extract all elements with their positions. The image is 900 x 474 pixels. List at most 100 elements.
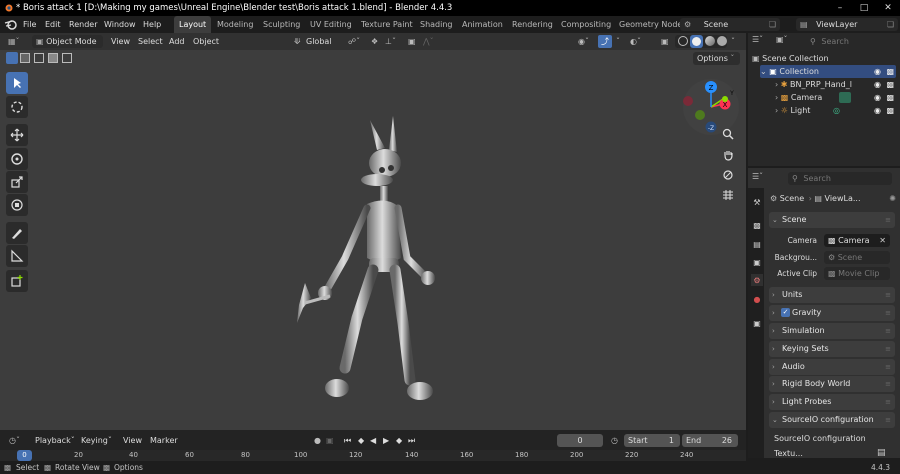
panel-audio[interactable]: › Audio ≡ (769, 359, 895, 375)
clear-icon[interactable]: ✕ (879, 234, 886, 247)
menu-help[interactable]: Help (139, 16, 165, 33)
timeline-menu-view[interactable]: View (120, 432, 145, 449)
background-field[interactable]: ⚙ Scene (824, 251, 890, 264)
scene-selector[interactable]: ⚙ Scene ❏ (680, 18, 780, 31)
add-cube-tool-button[interactable] (6, 270, 28, 292)
expand-chevron-icon[interactable]: › (775, 106, 778, 115)
drag-handle-icon[interactable]: ≡ (885, 212, 891, 228)
wireframe-shading-icon[interactable] (678, 36, 688, 46)
viewlayer-selector[interactable]: ▤ ViewLayer ❏ (796, 18, 898, 31)
drag-handle-icon[interactable]: ≡ (885, 359, 891, 375)
tab-texture-paint[interactable]: Texture Paint (356, 16, 418, 33)
tab-rendering[interactable]: Rendering (507, 16, 558, 33)
jump-start-icon[interactable]: ⏮ (341, 432, 354, 449)
mode-selector[interactable]: ▣ Object Mode (32, 35, 103, 48)
falloff-icon[interactable]: ⋀ˇ (420, 33, 437, 50)
timeline-menu-keying[interactable]: Keyingˇ (78, 432, 115, 449)
menu-file[interactable]: File (19, 16, 40, 33)
view-layer-tab-icon[interactable]: ▣ (751, 256, 763, 268)
camera-data-icon[interactable] (839, 92, 851, 103)
pin-icon[interactable]: ✺ (889, 192, 896, 206)
properties-search[interactable]: ⚲ Search (788, 172, 892, 185)
drag-handle-icon[interactable]: ≡ (885, 323, 891, 339)
collapse-chevron-icon[interactable]: ⌄ (760, 67, 767, 76)
tab-uv-editing[interactable]: UV Editing (305, 16, 357, 33)
start-frame-field[interactable]: Start 1 (624, 434, 680, 447)
drag-handle-icon[interactable]: ≡ (885, 412, 891, 428)
outliner-editor-icon[interactable]: ☰ˇ (752, 35, 763, 44)
pan-button[interactable] (719, 146, 737, 164)
minimize-button[interactable]: – (828, 0, 852, 16)
xray-icon[interactable]: ▣ (658, 33, 672, 50)
camera-view-button[interactable] (719, 166, 737, 184)
maximize-button[interactable]: □ (852, 0, 876, 16)
outliner-collection[interactable]: ⌄ ▣ Collection ◉ ▩ (760, 65, 896, 78)
transform-tool-button[interactable] (6, 194, 28, 216)
scale-tool-button[interactable] (6, 171, 28, 193)
properties-editor-icon[interactable]: ☰ˇ (752, 172, 763, 181)
timeline-menu-marker[interactable]: Marker (147, 432, 181, 449)
rotate-tool-button[interactable] (6, 148, 28, 170)
tab-layout[interactable]: Layout (174, 16, 212, 33)
shading-dropdown-icon[interactable]: ˇ (728, 33, 738, 50)
render-camera-icon[interactable]: ▩ (886, 78, 894, 91)
visibility-eye-icon[interactable]: ◉ (874, 104, 881, 117)
select-tool-button[interactable] (6, 72, 28, 94)
gizmo-neg-z-label[interactable]: -Z (708, 125, 714, 132)
orientation-selector[interactable]: Global (303, 33, 335, 50)
3d-viewport[interactable]: Options ˇ Z X Y -Z (0, 33, 746, 430)
render-camera-icon[interactable]: ▩ (886, 91, 894, 104)
panel-gravity[interactable]: › ✓ Gravity ≡ (769, 305, 895, 321)
scene-tab-icon[interactable]: ⚙ (751, 274, 763, 286)
tab-animation[interactable]: Animation (457, 16, 508, 33)
viewport-menu-select[interactable]: Select (135, 33, 166, 50)
end-frame-field[interactable]: End 26 (682, 434, 738, 447)
close-button[interactable]: ✕ (876, 0, 900, 16)
timeline-menu-playback[interactable]: Playbackˇ (32, 432, 78, 449)
solid-shading-icon[interactable] (690, 35, 703, 48)
outliner-scene-collection[interactable]: ▣ Scene Collection (752, 52, 829, 65)
next-keyframe-icon[interactable]: ◆ (393, 432, 405, 449)
visibility-eye-icon[interactable]: ◉ (874, 91, 881, 104)
drag-handle-icon[interactable]: ≡ (885, 287, 891, 303)
output-tab-icon[interactable]: ▤ (751, 238, 763, 250)
menu-render[interactable]: Render (65, 16, 101, 33)
select-invert-icon[interactable] (48, 53, 58, 63)
current-frame-field[interactable]: 0 (557, 434, 603, 447)
snap-icon[interactable]: ❖ (368, 33, 381, 50)
stopwatch-icon[interactable]: ◷ (608, 432, 621, 449)
material-shading-icon[interactable] (705, 36, 715, 46)
cursor-tool-button[interactable] (6, 96, 28, 118)
drag-handle-icon[interactable]: ≡ (885, 394, 891, 410)
gizmo-z-label[interactable]: Z (709, 84, 714, 92)
panel-units[interactable]: › Units ≡ (769, 287, 895, 303)
collection-tab-icon[interactable]: ▣ (751, 317, 763, 329)
play-reverse-icon[interactable]: ◀ (367, 432, 379, 449)
active-clip-field[interactable]: ▩ Movie Clip (824, 267, 890, 280)
move-tool-button[interactable] (6, 124, 28, 146)
viewport-menu-add[interactable]: Add (166, 33, 188, 50)
render-camera-icon[interactable]: ▩ (886, 65, 894, 78)
tab-shading[interactable]: Shading (415, 16, 458, 33)
outliner-search[interactable]: ⚲ Search (806, 35, 896, 48)
expand-chevron-icon[interactable]: › (775, 80, 778, 89)
display-mode-icon[interactable]: ▣ˇ (776, 35, 788, 44)
select-subtract-icon[interactable] (34, 53, 44, 63)
panel-scene[interactable]: ⌄ Scene ≡ (769, 212, 895, 228)
playhead[interactable]: 0 (17, 450, 32, 461)
panel-sourceio-configuration[interactable]: ⌄ SourceIO configuration ≡ (769, 412, 895, 428)
zoom-button[interactable] (719, 125, 737, 143)
viewport-menu-view[interactable]: View (108, 33, 133, 50)
pivot-icon[interactable]: ☍ˇ (345, 33, 363, 50)
folder-icon[interactable]: ▤ (877, 448, 886, 458)
new-scene-icon[interactable]: ❏ (769, 18, 776, 31)
render-camera-icon[interactable]: ▩ (886, 104, 894, 117)
panel-keying-sets[interactable]: › Keying Sets ≡ (769, 341, 895, 357)
render-tab-icon[interactable]: ▩ (751, 219, 763, 231)
world-tab-icon[interactable]: ● (751, 293, 763, 305)
tab-sculpting[interactable]: Sculpting (258, 16, 305, 33)
perspective-toggle-button[interactable] (719, 186, 737, 204)
prev-keyframe-icon[interactable]: ◆ (355, 432, 367, 449)
jump-end-icon[interactable]: ⏭ (405, 432, 418, 449)
expand-chevron-icon[interactable]: › (775, 93, 778, 102)
